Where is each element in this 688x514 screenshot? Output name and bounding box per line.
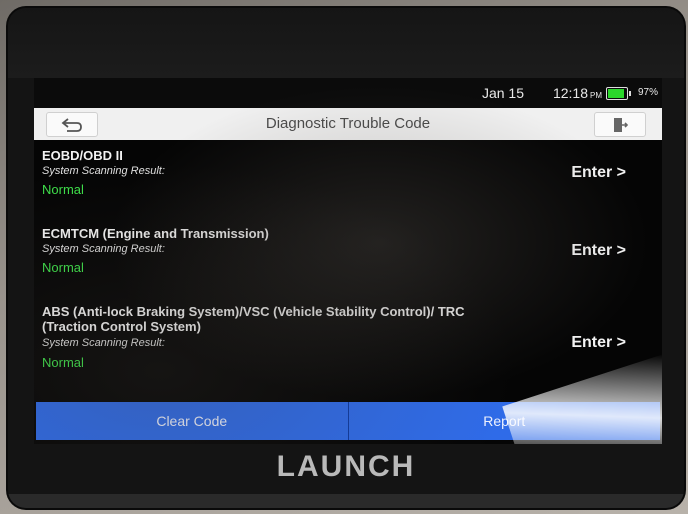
report-button[interactable]: Report — [347, 402, 660, 440]
system-result-label: System Scanning Result: — [42, 337, 165, 349]
system-result-label: System Scanning Result: — [42, 165, 165, 177]
exit-icon — [614, 117, 629, 132]
enter-button[interactable]: Enter > — [571, 164, 626, 182]
clear-code-button[interactable]: Clear Code — [36, 402, 348, 440]
system-name: ECMTCM (Engine and Transmission) — [42, 226, 269, 241]
system-row[interactable]: ABS (Anti-lock Braking System)/VSC (Vehi… — [34, 304, 662, 394]
status-ampm: PM — [590, 91, 602, 100]
enter-button[interactable]: Enter > — [571, 242, 626, 260]
battery-icon — [606, 87, 631, 100]
system-name: ABS (Anti-lock Braking System)/VSC (Vehi… — [42, 304, 465, 334]
title-bar: Diagnostic Trouble Code — [34, 108, 662, 140]
status-bar: Jan 15 12:18 PM 97% — [34, 78, 662, 108]
page-title: Diagnostic Trouble Code — [265, 115, 431, 132]
system-name: EOBD/OBD II — [42, 148, 123, 163]
device-bottom-edge — [8, 494, 684, 508]
exit-button[interactable] — [594, 112, 646, 137]
brand-logo: LAUNCH — [276, 450, 416, 483]
system-list: EOBD/OBD II System Scanning Result: Norm… — [34, 140, 662, 402]
photo-background: Jan 15 12:18 PM 97% Diagnostic Trouble Co… — [0, 0, 688, 514]
system-status: Normal — [42, 355, 84, 370]
system-status: Normal — [42, 182, 84, 197]
system-result-label: System Scanning Result: — [42, 243, 165, 255]
system-row[interactable]: EOBD/OBD II System Scanning Result: Norm… — [34, 148, 662, 208]
status-time: 12:18 PM — [553, 85, 602, 101]
device-top-bezel — [8, 8, 684, 78]
battery-percent: 97% — [637, 87, 658, 98]
system-status: Normal — [42, 260, 84, 275]
battery-fill — [608, 89, 625, 98]
device-screen: Jan 15 12:18 PM 97% Diagnostic Trouble Co… — [34, 78, 662, 444]
system-row[interactable]: ECMTCM (Engine and Transmission) System … — [34, 226, 662, 286]
status-clock: 12:18 — [552, 85, 588, 101]
enter-button[interactable]: Enter > — [571, 334, 626, 352]
status-date: Jan 15 — [481, 85, 524, 101]
scan-tool-device: Jan 15 12:18 PM 97% Diagnostic Trouble Co… — [8, 8, 684, 508]
bottom-action-bar: Clear Code Report — [36, 402, 660, 440]
